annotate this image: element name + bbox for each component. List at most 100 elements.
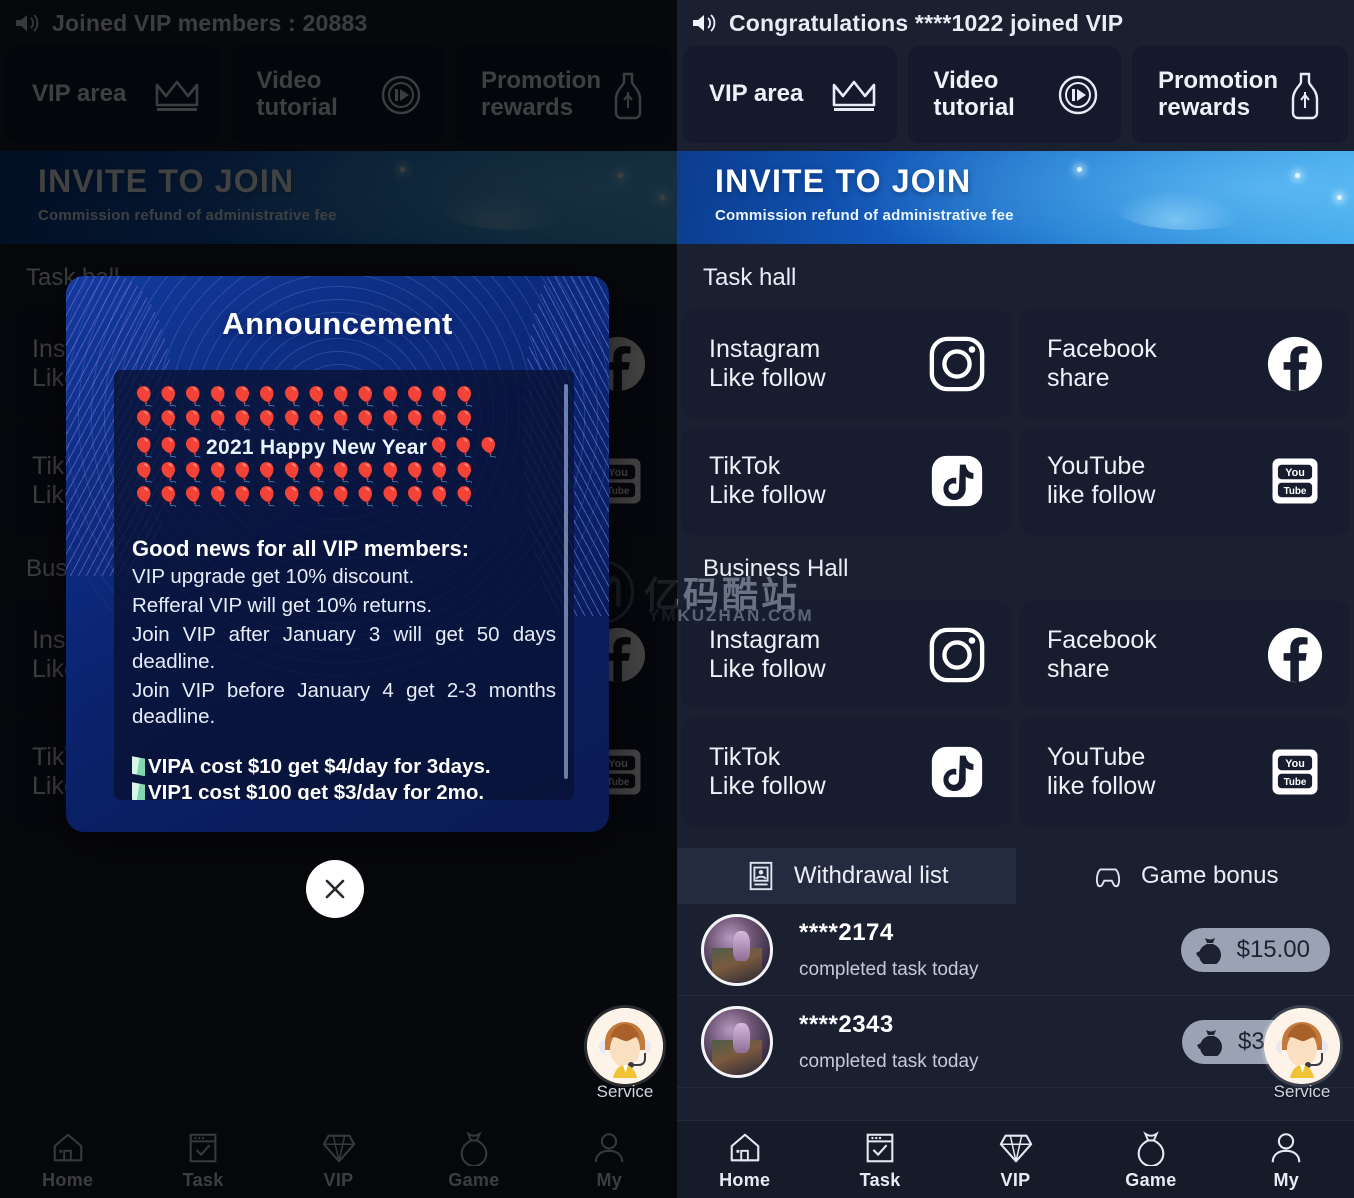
speaker-icon [691,12,717,34]
left-panel-with-announcement: Joined VIP members : 20883 VIP area Vide… [0,0,677,1198]
task-card-label: TikTok Like follow [709,451,826,509]
quick-action-promotion-rewards[interactable]: Promotion rewards [1132,46,1348,143]
withdrawal-list: ****2174 completed task today $15.00 ***… [677,904,1354,1088]
list-tabs: Withdrawal list Game bonus [677,848,1354,904]
task-card-label: YouTube like follow [1047,451,1156,509]
announcement-title: Announcement [222,306,453,341]
flag-icon [132,782,145,800]
task-card-instagram[interactable]: Instagram Like follow [681,310,1012,418]
nav-label: Home [719,1169,771,1190]
diamond-icon [997,1129,1035,1167]
task-card-facebook[interactable]: Facebook share [1019,310,1350,418]
section-title-task-hall: Task hall [677,244,1354,310]
business-card-facebook[interactable]: Facebook share [1019,601,1350,709]
support-agent-avatar [1264,1008,1340,1084]
tab-game-bonus[interactable]: Game bonus [1016,848,1354,904]
marquee-text: Congratulations ****1022 joined VIP [729,9,1124,36]
svg-text:You: You [1285,467,1305,479]
avatar [701,913,773,986]
new-year-line: 🎈🎈🎈2021 Happy New Year🎈🎈🎈 [132,435,502,459]
tab-withdrawal-list[interactable]: Withdrawal list [677,848,1016,904]
quick-action-row: VIP area Video tutorial [677,46,1354,151]
quick-action-label: Video tutorial [933,66,1015,121]
banner-subtitle: Commission refund of administrative fee [715,207,1014,224]
moneybag-icon [1132,1129,1170,1167]
banner-title: INVITE TO JOIN [715,163,972,199]
announcement-scrollbar[interactable] [564,384,568,779]
quick-action-vip-area[interactable]: VIP area [683,46,897,143]
business-card-label: TikTok Like follow [709,742,826,800]
gamepad-icon [1091,859,1125,893]
home-icon [726,1129,764,1167]
instagram-icon [926,333,988,395]
close-announcement-button[interactable] [306,860,364,918]
tiktok-icon [926,741,988,803]
play-circle-icon [1051,68,1105,122]
youtube-icon: You Tube [1264,741,1326,803]
task-icon [861,1129,899,1167]
nav-label: Task [859,1169,901,1190]
content-scroll-area[interactable]: Task hall Instagram Like follow Face [677,244,1354,1120]
nav-item-my[interactable]: My [1219,1129,1354,1191]
section-title-business-hall: Business Hall [677,535,1354,601]
invite-banner[interactable]: INVITE TO JOIN Commission refund of admi… [677,151,1354,244]
person-icon [1267,1129,1305,1167]
congratulations-marquee: Congratulations ****1022 joined VIP [677,0,1354,46]
nav-label: Game [1125,1169,1177,1190]
right-panel-home: Congratulations ****1022 joined VIP VIP … [677,0,1354,1198]
balloon-row-4: 🎈🎈🎈🎈🎈🎈🎈🎈🎈🎈🎈🎈🎈🎈 [132,486,478,508]
withdrawal-status: completed task today [799,958,979,980]
nav-label: My [1273,1169,1300,1190]
service-label: Service [1273,1082,1331,1101]
svg-text:Tube: Tube [1284,777,1307,788]
withdrawal-user: ****2343 [799,1010,894,1038]
service-float-button-left[interactable]: Service [581,1008,669,1106]
business-card-youtube[interactable]: YouTube like follow You Tube [1019,718,1350,826]
moneybag-icon [1195,936,1225,966]
moneybag-icon [1196,1028,1226,1058]
tab-label: Game bonus [1141,862,1279,889]
business-card-tiktok[interactable]: TikTok Like follow [681,718,1012,826]
task-card-tiktok[interactable]: TikTok Like follow [681,427,1012,535]
flag-icon [132,756,145,777]
tiktok-icon [926,450,988,512]
announcement-line-1: VIP upgrade get 10% discount. [132,565,415,589]
balloon-row-3: 🎈🎈🎈🎈🎈🎈🎈🎈🎈🎈🎈🎈🎈🎈 [132,462,478,484]
announcement-modal: Announcement 🎈🎈🎈🎈🎈🎈🎈🎈🎈🎈🎈🎈🎈🎈 🎈🎈🎈🎈🎈🎈🎈🎈🎈🎈🎈🎈… [66,276,609,832]
facebook-icon [1264,624,1326,686]
announcement-body[interactable]: 🎈🎈🎈🎈🎈🎈🎈🎈🎈🎈🎈🎈🎈🎈 🎈🎈🎈🎈🎈🎈🎈🎈🎈🎈🎈🎈🎈🎈 🎈🎈🎈2021 Ha… [114,370,574,800]
withdrawal-row[interactable]: ****2343 completed task today $3.00 [677,996,1354,1088]
avatar [701,1005,773,1078]
nav-item-game[interactable]: Game [1083,1129,1218,1191]
announcement-line-3: Join VIP after January 3 will get 50 day… [132,622,556,673]
gift-bottle-icon [1278,68,1332,122]
crown-icon [827,68,881,122]
announcement-vip-line-1: VIPA cost $10 get $4/day for 3days. [132,755,556,779]
task-card-label: Facebook share [1047,334,1157,392]
withdrawal-row-texts: ****2343 completed task today [799,1011,979,1073]
business-card-instagram[interactable]: Instagram Like follow [681,601,1012,709]
withdrawal-amount-badge: $15.00 [1180,927,1330,972]
close-icon [325,879,345,899]
task-card-youtube[interactable]: YouTube like follow You Tube [1019,427,1350,535]
balloon-row-1: 🎈🎈🎈🎈🎈🎈🎈🎈🎈🎈🎈🎈🎈🎈 [132,387,478,408]
business-card-label: Facebook share [1047,625,1157,683]
business-card-label: Instagram Like follow [709,625,826,683]
task-card-label: Instagram Like follow [709,334,826,392]
announcement-line-2: Refferal VIP will get 10% returns. [132,593,433,617]
quick-action-video-tutorial[interactable]: Video tutorial [907,46,1121,143]
business-card-label: YouTube like follow [1047,742,1156,800]
youtube-icon: You Tube [1264,450,1326,512]
withdrawal-row-texts: ****2174 completed task today [799,919,979,981]
nav-item-home[interactable]: Home [677,1129,812,1191]
new-year-text: 2021 Happy New Year [205,435,428,459]
support-agent-avatar [587,1008,663,1084]
withdrawal-icon [744,859,778,893]
withdrawal-row[interactable]: ****2174 completed task today $15.00 [677,904,1354,996]
quick-action-label: Promotion rewards [1158,66,1278,121]
withdrawal-user: ****2174 [799,918,894,946]
withdrawal-amount: $15.00 [1236,935,1310,963]
nav-item-task[interactable]: Task [812,1129,947,1191]
nav-item-vip[interactable]: VIP [948,1129,1083,1191]
service-float-button-right[interactable]: Service [1258,1008,1346,1106]
